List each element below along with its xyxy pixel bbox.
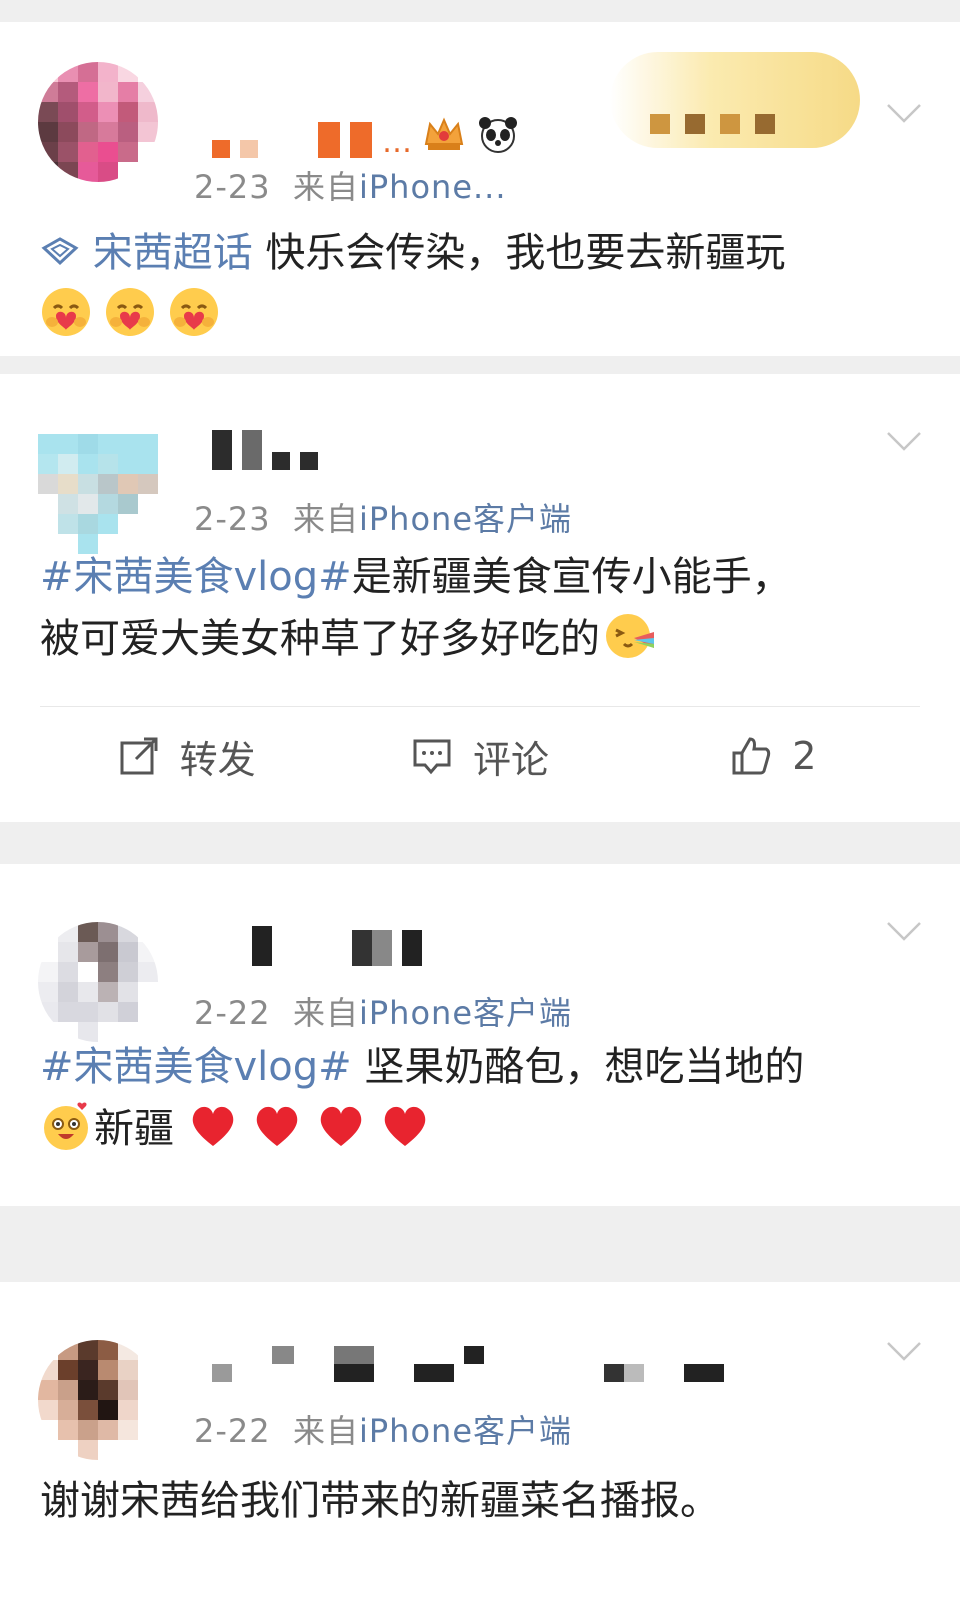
- post-body-line1: 是新疆美食宣传小能手，: [351, 554, 792, 600]
- repost-button[interactable]: 转发: [40, 729, 333, 784]
- action-bar: 转发 评论 2: [40, 706, 920, 805]
- thumbs-up-icon: [732, 737, 771, 775]
- username-obscured[interactable]: [212, 430, 318, 470]
- repost-icon: [120, 737, 158, 775]
- post-meta: 2-22 来自iPhone客户端: [194, 988, 572, 1034]
- post-text: #宋茜美食vlog# 坚果奶酪包，想吃当地的 新疆: [0, 1036, 960, 1160]
- heart-emoji: [315, 1100, 367, 1152]
- comment-button[interactable]: 评论: [333, 729, 626, 784]
- chevron-down-icon[interactable]: [886, 102, 922, 124]
- heart-emoji: [251, 1100, 303, 1152]
- post-date: 2-22: [194, 1412, 271, 1450]
- post-body-line2: 新疆: [94, 1106, 174, 1152]
- username-obscured[interactable]: …: [212, 114, 520, 158]
- post-body: 谢谢宋茜给我们带来的新疆菜名播报。: [40, 1478, 720, 1524]
- crown-icon: [422, 114, 466, 158]
- username-obscured[interactable]: [212, 1346, 724, 1382]
- source-prefix: 来自: [292, 994, 359, 1032]
- badge-obscured: [610, 52, 860, 148]
- post-body-line1: 坚果奶酪包，想吃当地的: [351, 1044, 805, 1090]
- comment-icon: [413, 739, 451, 775]
- post-meta: 2-23 来自iPhone客户端: [194, 494, 572, 540]
- post-separator: [0, 356, 960, 374]
- source-prefix: 来自: [292, 168, 359, 206]
- hug-heart-emoji: [168, 286, 220, 338]
- post-card[interactable]: 2-23 来自iPhone客户端 #宋茜美食vlog#是新疆美食宣传小能手， 被…: [0, 374, 960, 822]
- chevron-down-icon[interactable]: [886, 430, 922, 452]
- post-body: 快乐会传染，我也要去新疆玩: [252, 230, 786, 276]
- supertopic-link[interactable]: 宋茜超话: [93, 230, 253, 276]
- source-prefix: 来自: [292, 1412, 359, 1450]
- post-meta: 2-23 来自iPhone...: [194, 162, 507, 208]
- post-date: 2-22: [194, 994, 271, 1032]
- username-ellipsis: …: [382, 125, 412, 160]
- post-body-line2: 被可爱大美女种草了好多好吃的: [40, 616, 600, 662]
- post-meta: 2-22 来自iPhone客户端: [194, 1406, 572, 1452]
- heart-emoji: [187, 1100, 239, 1152]
- hug-heart-emoji: [40, 286, 92, 338]
- repost-label: 转发: [179, 737, 256, 782]
- post-date: 2-23: [194, 500, 271, 538]
- avatar[interactable]: [38, 1340, 158, 1460]
- hug-heart-emoji: [104, 286, 156, 338]
- excited-face-emoji: [40, 1100, 92, 1152]
- post-card[interactable]: 2-22 来自iPhone客户端 #宋茜美食vlog# 坚果奶酪包，想吃当地的 …: [0, 864, 960, 1206]
- post-card[interactable]: 2-22 来自iPhone客户端 谢谢宋茜给我们带来的新疆菜名播报。: [0, 1282, 960, 1612]
- post-separator: [0, 1206, 960, 1282]
- post-source[interactable]: iPhone客户端: [359, 994, 572, 1032]
- chevron-down-icon[interactable]: [886, 1340, 922, 1362]
- post-source[interactable]: iPhone客户端: [359, 1412, 572, 1450]
- top-separator: [0, 0, 960, 22]
- avatar[interactable]: [38, 62, 158, 182]
- rainbow-vomit-emoji: [604, 610, 656, 662]
- comment-label: 评论: [472, 737, 549, 782]
- post-text: #宋茜美食vlog#是新疆美食宣传小能手， 被可爱大美女种草了好多好吃的: [0, 546, 960, 706]
- panda-icon: [476, 114, 520, 158]
- hashtag-link[interactable]: #宋茜美食vlog#: [40, 1044, 352, 1090]
- supertopic-icon[interactable]: [40, 230, 93, 276]
- username-obscured[interactable]: [212, 926, 422, 966]
- hashtag-link[interactable]: #宋茜美食vlog#: [40, 554, 352, 600]
- post-source[interactable]: iPhone...: [359, 168, 507, 206]
- post-text: 宋茜超话 快乐会传染，我也要去新疆玩: [0, 222, 960, 346]
- post-card[interactable]: … 2-23 来自iPhone... 宋茜超话 快乐会传染，我也要去新疆玩: [0, 22, 960, 356]
- source-prefix: 来自: [292, 500, 359, 538]
- post-separator: [0, 822, 960, 864]
- chevron-down-icon[interactable]: [886, 920, 922, 942]
- avatar[interactable]: [38, 434, 158, 554]
- heart-emoji: [379, 1100, 431, 1152]
- post-date: 2-23: [194, 168, 271, 206]
- avatar[interactable]: [38, 922, 158, 1042]
- like-button[interactable]: 2: [627, 734, 920, 778]
- post-text: 谢谢宋茜给我们带来的新疆菜名播报。: [0, 1470, 960, 1532]
- post-source[interactable]: iPhone客户端: [359, 500, 572, 538]
- like-count: 2: [792, 734, 817, 778]
